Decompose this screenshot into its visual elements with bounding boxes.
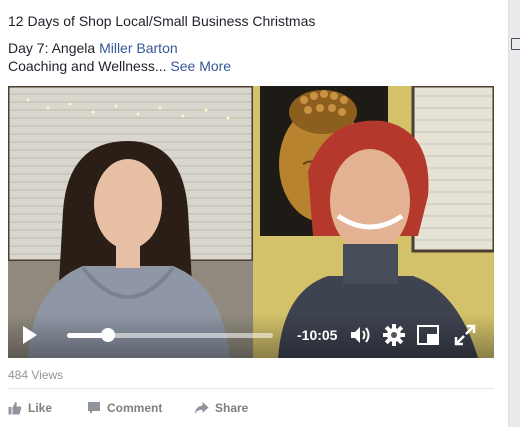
right-rail-edge xyxy=(508,0,520,427)
gear-icon[interactable] xyxy=(382,323,406,347)
video-controls-bar: -10:05 xyxy=(8,314,494,358)
video-player[interactable]: -10:05 xyxy=(8,86,494,358)
comment-icon xyxy=(88,402,100,414)
share-button[interactable]: Share xyxy=(194,398,248,418)
thumbs-up-icon xyxy=(8,402,22,415)
person-link[interactable]: Miller Barton xyxy=(99,40,178,56)
play-icon[interactable] xyxy=(23,326,37,344)
share-arrow-icon xyxy=(194,402,209,414)
comment-label: Comment xyxy=(107,401,163,415)
post-day-prefix: Day 7: Angela xyxy=(8,40,100,56)
like-button[interactable]: Like xyxy=(8,398,52,418)
post-description: Coaching and Wellness... See More xyxy=(8,57,231,75)
post-description-text: Coaching and Wellness... xyxy=(8,58,167,74)
volume-icon[interactable] xyxy=(348,323,372,347)
rail-panel-icon[interactable] xyxy=(511,38,520,50)
share-label: Share xyxy=(215,401,249,415)
post-day-line: Day 7: Angela Miller Barton xyxy=(8,39,178,57)
see-more-link[interactable]: See More xyxy=(170,58,231,74)
progress-bar[interactable] xyxy=(67,333,273,338)
time-remaining: -10:05 xyxy=(297,327,338,343)
comment-button[interactable]: Comment xyxy=(87,398,162,418)
action-divider xyxy=(8,388,494,389)
picture-in-picture-icon[interactable] xyxy=(416,323,440,347)
like-label: Like xyxy=(28,401,53,415)
facebook-video-post: 12 Days of Shop Local/Small Business Chr… xyxy=(0,0,520,427)
view-count: 484 Views xyxy=(8,368,64,382)
fullscreen-icon[interactable] xyxy=(453,323,477,347)
post-title: 12 Days of Shop Local/Small Business Chr… xyxy=(8,13,316,29)
